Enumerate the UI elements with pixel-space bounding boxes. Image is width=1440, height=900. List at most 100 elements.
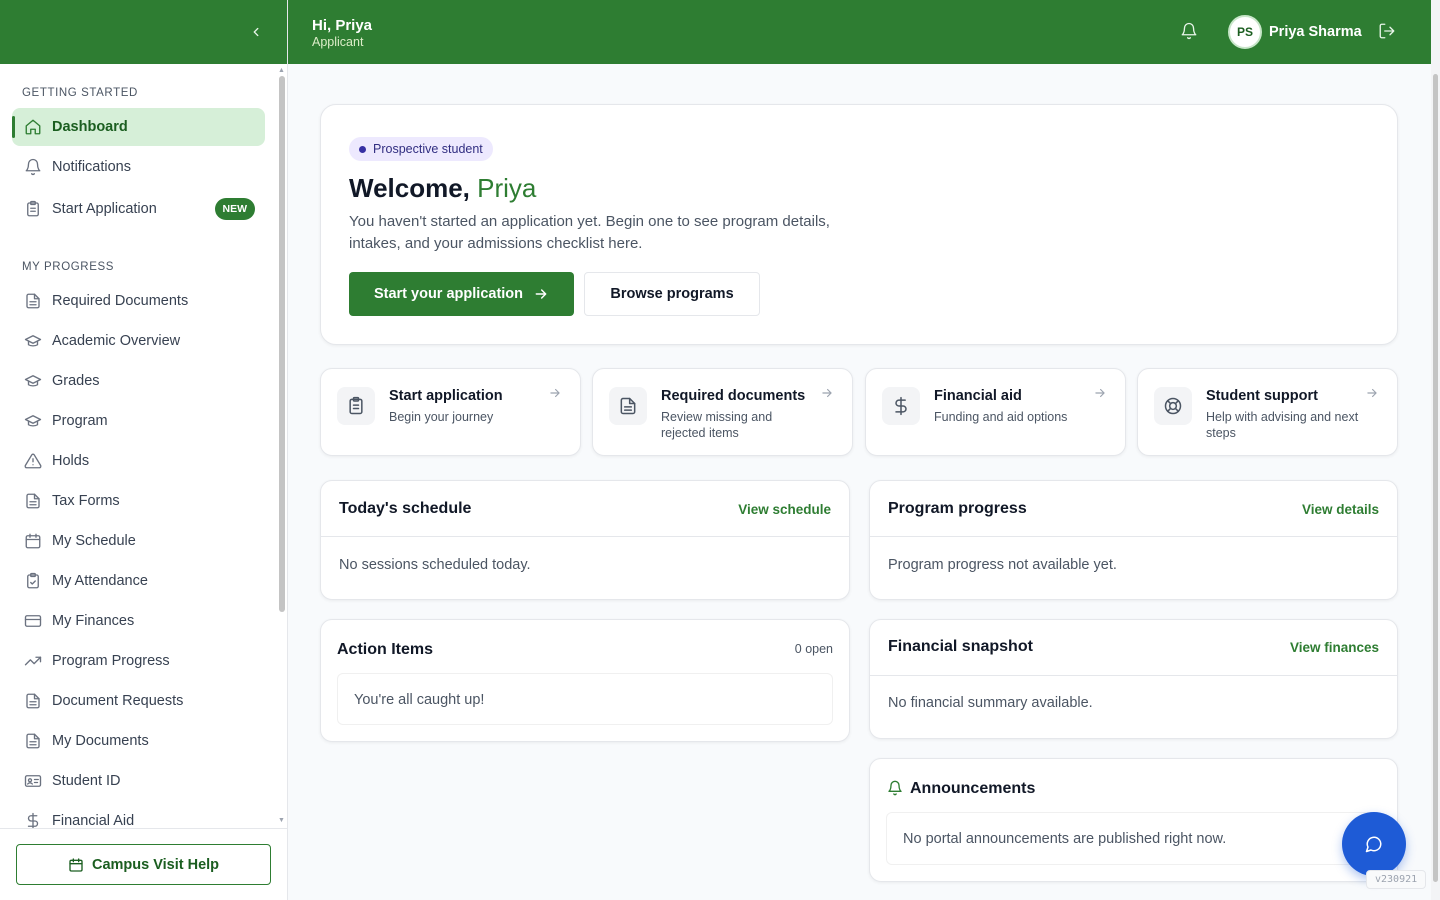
sidebar-item-my-finances[interactable]: My Finances [12,602,265,640]
sidebar-item-my-schedule[interactable]: My Schedule [12,522,265,560]
notifications-button[interactable] [1180,22,1200,42]
logout-button[interactable] [1378,22,1398,42]
sidebar-item-start-application[interactable]: Start Application NEW [12,190,265,228]
sidebar-section-my-progress: MY PROGRESS [22,261,115,273]
sidebar-item-dashboard[interactable]: Dashboard [12,108,265,146]
quick-link-subtitle: Funding and aid options [934,410,1068,424]
sidebar-item-label: Program Progress [52,653,170,669]
graduation-cap-icon [24,372,42,390]
status-chip-label: Prospective student [373,142,483,156]
schedule-card: Today's schedule View schedule No sessio… [320,480,850,600]
program-progress-header: Program progress View details [870,481,1397,537]
schedule-empty-text: No sessions scheduled today. [339,557,531,573]
sidebar-item-holds[interactable]: Holds [12,442,265,480]
sidebar-scrollbar[interactable] [279,76,285,612]
sidebar-item-label: Start Application [52,201,157,217]
sidebar-section-getting-started: GETTING STARTED [22,87,138,99]
sidebar-item-my-attendance[interactable]: My Attendance [12,562,265,600]
sidebar-item-label: Notifications [52,159,131,175]
arrow-right-icon [1365,386,1379,400]
action-items-empty-box: You're all caught up! [337,673,833,725]
sidebar-item-label: Tax Forms [52,493,120,509]
collapse-sidebar-button[interactable] [246,22,266,42]
action-items-title: Action Items [337,641,434,658]
dollar-icon [24,812,42,828]
sidebar-item-my-documents[interactable]: My Documents [12,722,265,760]
sidebar-item-document-requests[interactable]: Document Requests [12,682,265,720]
sidebar-scroll-up-arrow[interactable]: ▲ [278,67,285,74]
financial-snapshot-card: Financial snapshot View finances No fina… [869,619,1398,739]
document-icon [24,492,42,510]
credit-card-icon [24,612,42,630]
dollar-icon [882,387,920,425]
calendar-icon [69,857,83,872]
sidebar-item-required-documents[interactable]: Required Documents [12,282,265,320]
browse-programs-button[interactable]: Browse programs [584,272,760,316]
sidebar-item-label: Required Documents [52,293,189,309]
sidebar-item-financial-aid[interactable]: Financial Aid [12,802,265,828]
user-role: Applicant [312,35,364,49]
sidebar-item-label: Academic Overview [52,333,181,349]
program-progress-empty-text: Program progress not available yet. [888,557,1117,573]
calendar-icon [24,532,42,550]
sidebar-item-grades[interactable]: Grades [12,362,265,400]
quick-link-student-support[interactable]: Student support Help with advising and n… [1137,368,1398,456]
financial-snapshot-header: Financial snapshot View finances [870,620,1397,676]
chat-icon [1365,836,1382,853]
status-dot [359,145,366,153]
welcome-text: Welcome, [349,173,470,203]
program-progress-card: Program progress View details Program pr… [869,480,1398,600]
quick-link-start-application[interactable]: Start application Begin your journey [320,368,581,456]
quick-link-title: Required documents [661,388,806,404]
sidebar-scroll-down-arrow[interactable]: ▼ [278,817,285,824]
document-icon [24,692,42,710]
sidebar: GETTING STARTED Dashboard Notifications … [0,0,288,900]
topbar: Hi, Priya Applicant PS Priya Sharma [288,0,1431,64]
user-name[interactable]: Priya Sharma [1269,24,1362,40]
sidebar-item-notifications[interactable]: Notifications [12,148,265,186]
sidebar-item-label: My Finances [52,613,135,629]
quick-link-title: Student support [1206,388,1318,404]
id-card-icon [24,772,42,790]
sidebar-item-label: Dashboard [52,119,128,135]
view-details-link[interactable]: View details [1302,502,1379,517]
sidebar-item-student-id[interactable]: Student ID [12,762,265,800]
start-application-label: Start your application [373,286,524,302]
quick-link-title: Financial aid [934,388,1022,404]
financial-snapshot-empty-text: No financial summary available. [888,695,1093,711]
avatar[interactable]: PS [1228,15,1262,49]
chat-button[interactable] [1342,812,1406,876]
bell-icon [24,158,42,176]
quick-link-financial-aid[interactable]: Financial aid Funding and aid options [865,368,1126,456]
graduation-cap-icon [24,412,42,430]
page-scrollbar-thumb[interactable] [1433,74,1438,882]
quick-link-required-documents[interactable]: Required documents Review missing and re… [592,368,853,456]
page-scrollbar[interactable] [1431,0,1440,900]
action-items-card: Action Items 0 open You're all caught up… [320,619,850,742]
lifebuoy-icon [1154,387,1192,425]
announcements-title: Announcements [910,780,1036,797]
welcome-card: Prospective student Welcome, Priya You h… [320,104,1398,345]
view-finances-link[interactable]: View finances [1290,640,1379,655]
schedule-header: Today's schedule View schedule [321,481,849,537]
graduation-cap-icon [24,332,42,350]
sidebar-nav: GETTING STARTED Dashboard Notifications … [0,64,288,828]
program-progress-title: Program progress [888,500,1027,517]
sidebar-item-program-progress[interactable]: Program Progress [12,642,265,680]
view-schedule-link[interactable]: View schedule [738,502,831,517]
schedule-title: Today's schedule [339,500,472,517]
campus-visit-help-button[interactable]: Campus Visit Help [16,844,271,885]
sidebar-item-tax-forms[interactable]: Tax Forms [12,482,265,520]
start-application-button[interactable]: Start your application [349,272,574,316]
welcome-description: You haven't started an application yet. … [349,213,830,252]
sidebar-item-label: My Documents [52,733,149,749]
action-items-empty-text: You're all caught up! [354,692,485,708]
sidebar-item-label: Student ID [52,773,121,789]
sidebar-item-program[interactable]: Program [12,402,265,440]
sidebar-item-label: Program [52,413,108,429]
arrow-right-icon [1093,386,1107,400]
quick-link-subtitle: Help with advising and next steps [1206,410,1359,440]
sidebar-item-academic-overview[interactable]: Academic Overview [12,322,265,360]
welcome-name: Priya [477,173,537,203]
warning-icon [24,452,42,470]
